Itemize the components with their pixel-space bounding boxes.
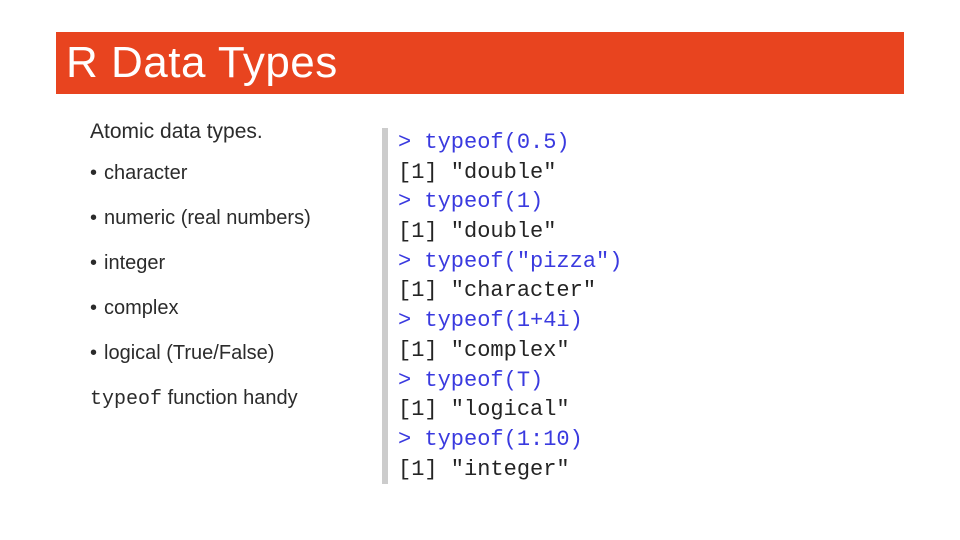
console-line: > typeof("pizza") xyxy=(398,247,622,277)
console-input: typeof(1:10) xyxy=(424,427,582,452)
list-item: numeric (real numbers) xyxy=(90,207,360,230)
prompt-icon: > xyxy=(398,249,424,274)
left-column: Atomic data types. character numeric (re… xyxy=(90,120,360,411)
console-output: > typeof(0.5) [1] "double" > typeof(1) [… xyxy=(382,128,622,484)
console-input: typeof(1+4i) xyxy=(424,308,582,333)
console-input: typeof(0.5) xyxy=(424,130,569,155)
console-line: [1] "character" xyxy=(398,276,622,306)
prompt-icon: > xyxy=(398,130,424,155)
console-line: > typeof(1:10) xyxy=(398,425,622,455)
list-item: complex xyxy=(90,297,360,320)
prompt-icon: > xyxy=(398,368,424,393)
console-line: > typeof(1) xyxy=(398,187,622,217)
console-line: [1] "logical" xyxy=(398,395,622,425)
prompt-icon: > xyxy=(398,427,424,452)
subtitle: Atomic data types. xyxy=(90,120,360,144)
console-line: [1] "double" xyxy=(398,217,622,247)
console-input: typeof(1) xyxy=(424,189,543,214)
console-line: [1] "double" xyxy=(398,158,622,188)
console-line: [1] "integer" xyxy=(398,455,622,485)
list-item: character xyxy=(90,162,360,185)
list-item: logical (True/False) xyxy=(90,342,360,365)
slide-title: R Data Types xyxy=(66,38,338,88)
console-input: typeof("pizza") xyxy=(424,249,622,274)
slide: R Data Types Atomic data types. characte… xyxy=(0,0,960,540)
console-line: > typeof(1+4i) xyxy=(398,306,622,336)
list-item: integer xyxy=(90,252,360,275)
title-bar: R Data Types xyxy=(56,32,904,94)
footnote: typeof function handy xyxy=(90,387,360,411)
prompt-icon: > xyxy=(398,189,424,214)
console-line: > typeof(T) xyxy=(398,366,622,396)
prompt-icon: > xyxy=(398,308,424,333)
console-input: typeof(T) xyxy=(424,368,543,393)
footnote-text: function handy xyxy=(162,387,298,409)
console-line: [1] "complex" xyxy=(398,336,622,366)
bullet-list: character numeric (real numbers) integer… xyxy=(90,162,360,365)
footnote-code: typeof xyxy=(90,388,162,411)
console-line: > typeof(0.5) xyxy=(398,128,622,158)
